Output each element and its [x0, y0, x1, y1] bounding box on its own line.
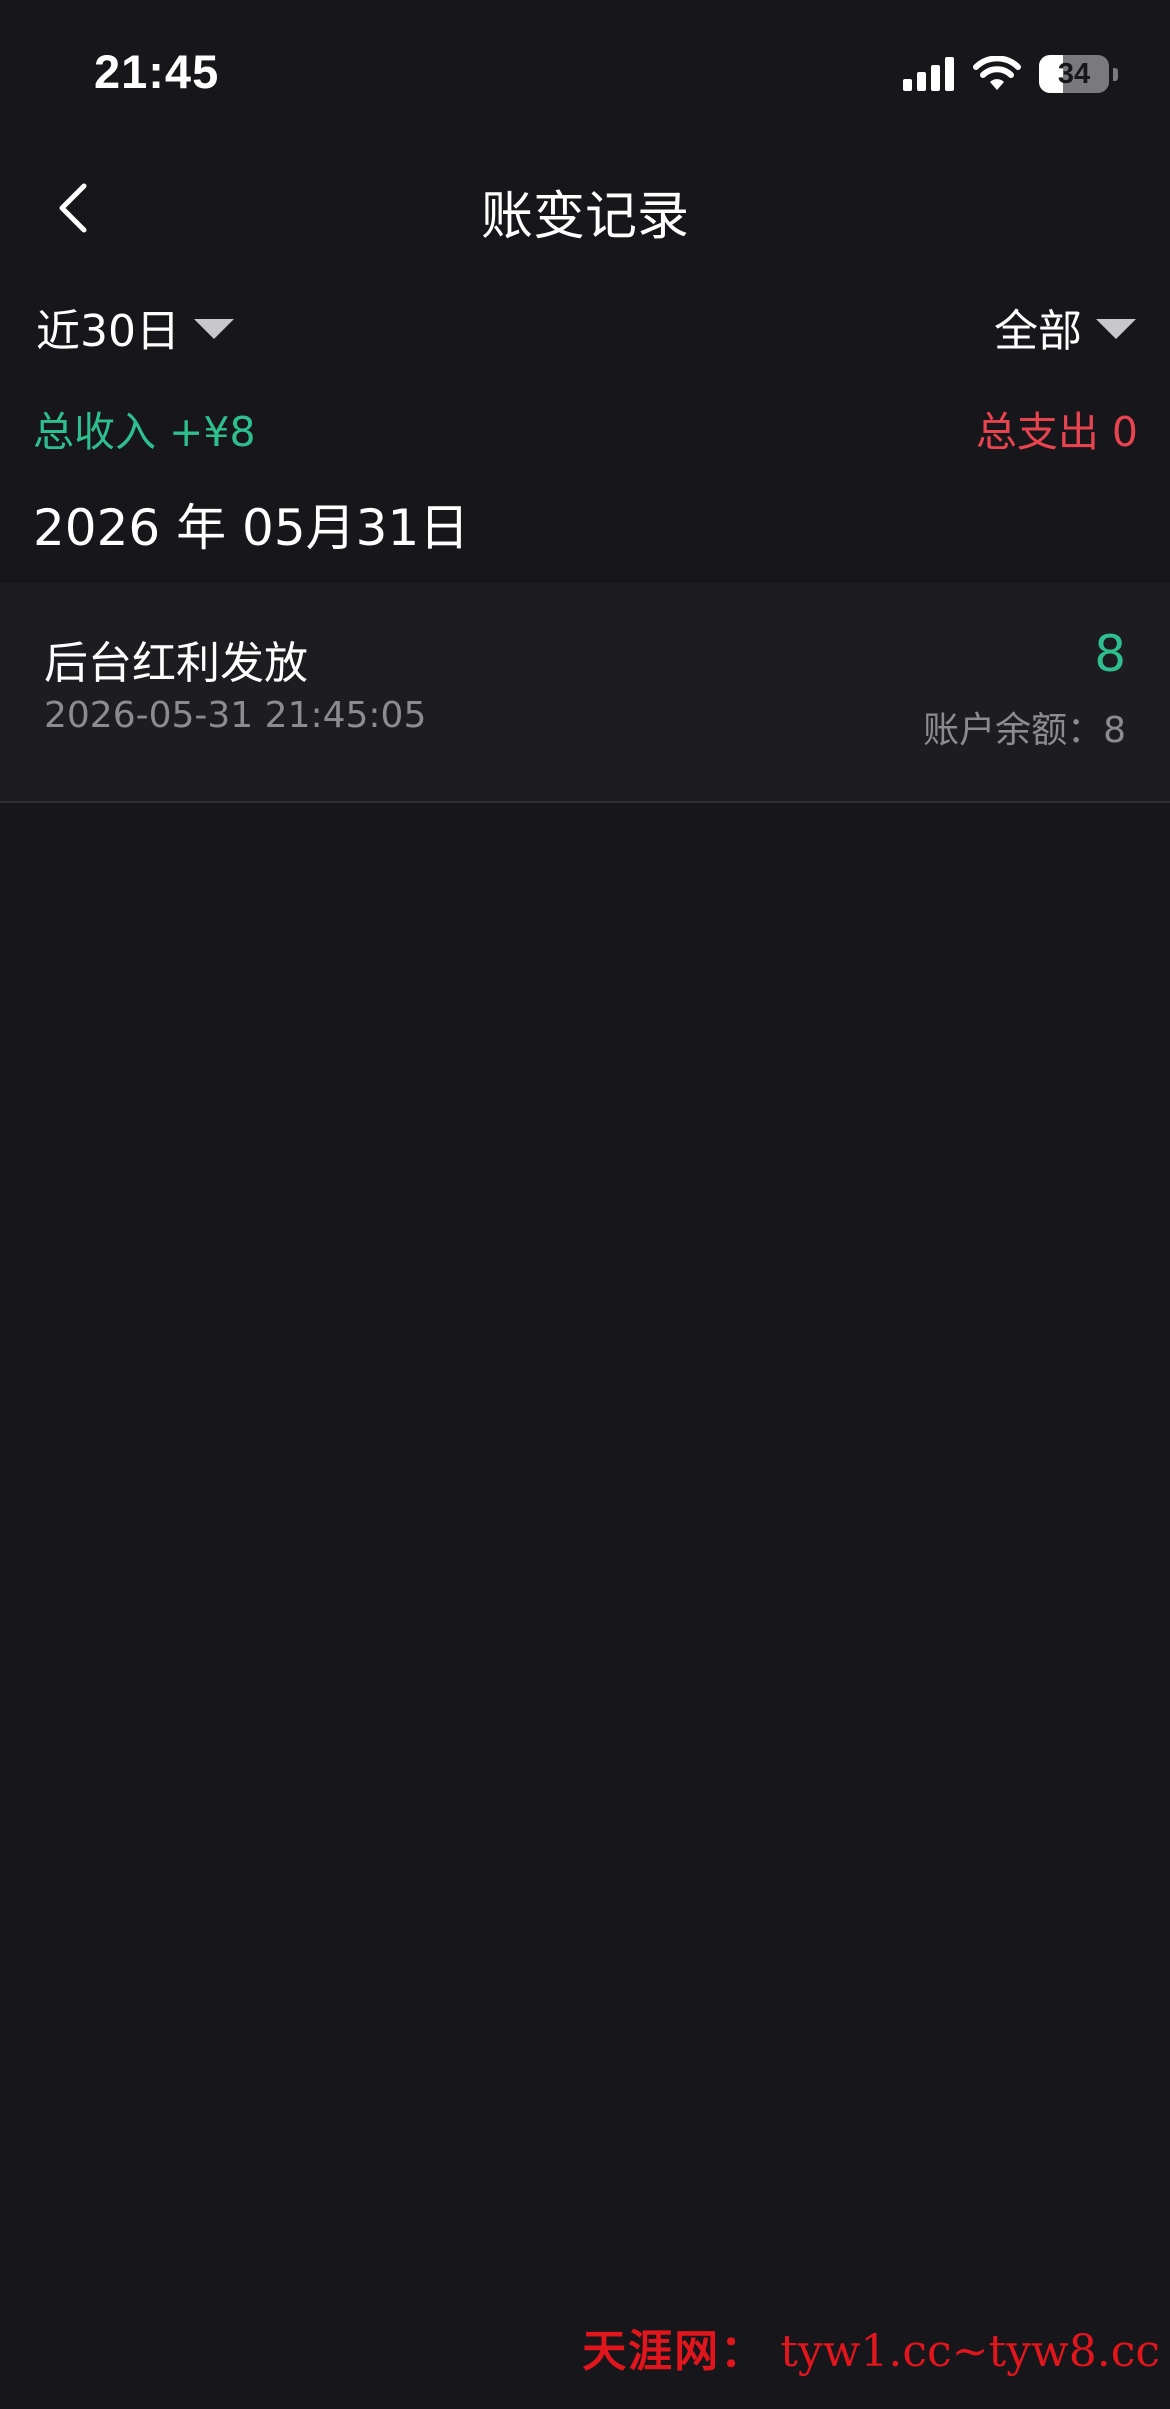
record-time: 2026-05-31 21:45:05 [44, 695, 427, 736]
record-title: 后台红利发放 [44, 638, 308, 689]
record-amount: 8 [1094, 625, 1126, 683]
total-expense: 总支出 0 [975, 408, 1138, 456]
battery-icon: 34 [1039, 55, 1109, 93]
battery-cap [1113, 67, 1118, 81]
wifi-icon [973, 56, 1021, 90]
type-label: 全部 [994, 306, 1082, 357]
status-time: 21:45 [94, 45, 220, 98]
watermark-brand: 天涯网： [582, 2326, 767, 2377]
total-income: 总收入 +¥8 [33, 408, 256, 456]
record-list: 后台红利发放 2026-05-31 21:45:05 8 账户余额：8 [0, 583, 1170, 803]
watermark: 天涯网： tyw1.cc~tyw8.cc [582, 2315, 1160, 2379]
status-bar: 21:45 34 [0, 0, 1170, 150]
filter-row: 近30日 全部 [0, 285, 1170, 365]
record-item[interactable]: 后台红利发放 2026-05-31 21:45:05 8 账户余额：8 [0, 583, 1170, 803]
battery-level: 34 [1057, 58, 1091, 90]
watermark-urls: tyw1.cc~tyw8.cc [780, 2326, 1160, 2377]
type-dropdown[interactable]: 全部 [994, 295, 1136, 359]
date-group-header: 2026 年 05月31日 [33, 499, 470, 557]
cellular-signal-icon [903, 57, 954, 91]
caret-down-icon [194, 319, 234, 339]
date-range-label: 近30日 [36, 306, 180, 357]
page-title: 账变记录 [480, 187, 689, 247]
caret-down-icon [1096, 319, 1136, 339]
date-range-dropdown[interactable]: 近30日 [36, 295, 234, 359]
record-balance: 账户余额：8 [923, 710, 1126, 751]
nav-bar: 账变记录 [0, 150, 1170, 265]
status-indicators: 34 [903, 52, 1118, 96]
totals-row: 总收入 +¥8 总支出 0 [0, 390, 1170, 460]
